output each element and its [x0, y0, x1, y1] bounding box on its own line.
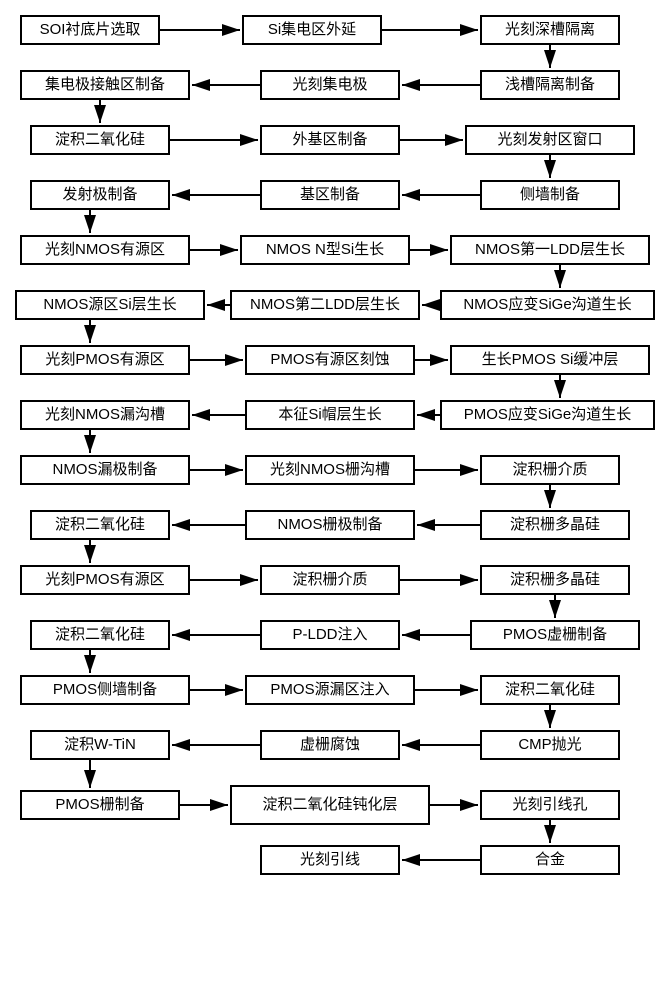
- flowchart-node-n30: 淀积二氧化硅: [30, 510, 170, 540]
- flowchart-node-n22: PMOS应变SiGe沟道生长: [440, 400, 655, 430]
- flowchart-node-n12: 发射极制备: [30, 180, 170, 210]
- flowchart-node-n18: NMOS源区Si层生长: [15, 290, 205, 320]
- flowchart-node-n13: 光刻NMOS有源区: [20, 235, 190, 265]
- flowchart-node-n28: 淀积栅多晶硅: [480, 510, 630, 540]
- flowchart-node-n42: 淀积W-TiN: [30, 730, 170, 760]
- flowchart-node-n47: 光刻引线: [260, 845, 400, 875]
- flowchart-node-n32: 淀积栅介质: [260, 565, 400, 595]
- flowchart-node-n33: 淀积栅多晶硅: [480, 565, 630, 595]
- flowchart-node-n21: 生长PMOS Si缓冲层: [450, 345, 650, 375]
- flowchart-node-n27: 淀积栅介质: [480, 455, 620, 485]
- flowchart-node-n37: PMOS侧墙制备: [20, 675, 190, 705]
- flowchart-node-n20: PMOS有源区刻蚀: [245, 345, 415, 375]
- flowchart-node-n43: PMOS栅制备: [20, 790, 180, 820]
- flowchart-node-n16: NMOS应变SiGe沟道生长: [440, 290, 655, 320]
- flowchart-node-n23: 本征Si帽层生长: [245, 400, 415, 430]
- flowchart-node-n46: 合金: [480, 845, 620, 875]
- flowchart-node-n17: NMOS第二LDD层生长: [230, 290, 420, 320]
- flowchart-node-n36: 淀积二氧化硅: [30, 620, 170, 650]
- flowchart-node-n40: CMP抛光: [480, 730, 620, 760]
- flowchart-node-n8: 外基区制备: [260, 125, 400, 155]
- flowchart-node-n26: 光刻NMOS栅沟槽: [245, 455, 415, 485]
- flowchart-node-n6: 集电极接触区制备: [20, 70, 190, 100]
- flowchart-node-n39: 淀积二氧化硅: [480, 675, 620, 705]
- flowchart-node-n24: 光刻NMOS漏沟槽: [20, 400, 190, 430]
- flowchart-node-n45: 光刻引线孔: [480, 790, 620, 820]
- flowchart-node-n41: 虚栅腐蚀: [260, 730, 400, 760]
- flowchart-node-n44: 淀积二氧化硅钝化层: [230, 785, 430, 825]
- flowchart-node-n34: PMOS虚栅制备: [470, 620, 640, 650]
- flowchart-node-n11: 基区制备: [260, 180, 400, 210]
- flowchart-node-n29: NMOS栅极制备: [245, 510, 415, 540]
- flowchart-node-n38: PMOS源漏区注入: [245, 675, 415, 705]
- flowchart-node-n35: P-LDD注入: [260, 620, 400, 650]
- flowchart-node-n5: 光刻集电极: [260, 70, 400, 100]
- flowchart-node-n3: 光刻深槽隔离: [480, 15, 620, 45]
- flowchart-node-n25: NMOS漏极制备: [20, 455, 190, 485]
- flowchart-node-n31: 光刻PMOS有源区: [20, 565, 190, 595]
- flowchart-node-n2: Si集电区外延: [242, 15, 382, 45]
- flowchart-node-n19: 光刻PMOS有源区: [20, 345, 190, 375]
- flowchart-node-n14: NMOS N型Si生长: [240, 235, 410, 265]
- flowchart-node-n1: SOI衬底片选取: [20, 15, 160, 45]
- flowchart-node-n15: NMOS第一LDD层生长: [450, 235, 650, 265]
- flowchart-node-n4: 浅槽隔离制备: [480, 70, 620, 100]
- flowchart-node-n9: 光刻发射区窗口: [465, 125, 635, 155]
- flowchart-node-n10: 侧墙制备: [480, 180, 620, 210]
- flowchart-node-n7: 淀积二氧化硅: [30, 125, 170, 155]
